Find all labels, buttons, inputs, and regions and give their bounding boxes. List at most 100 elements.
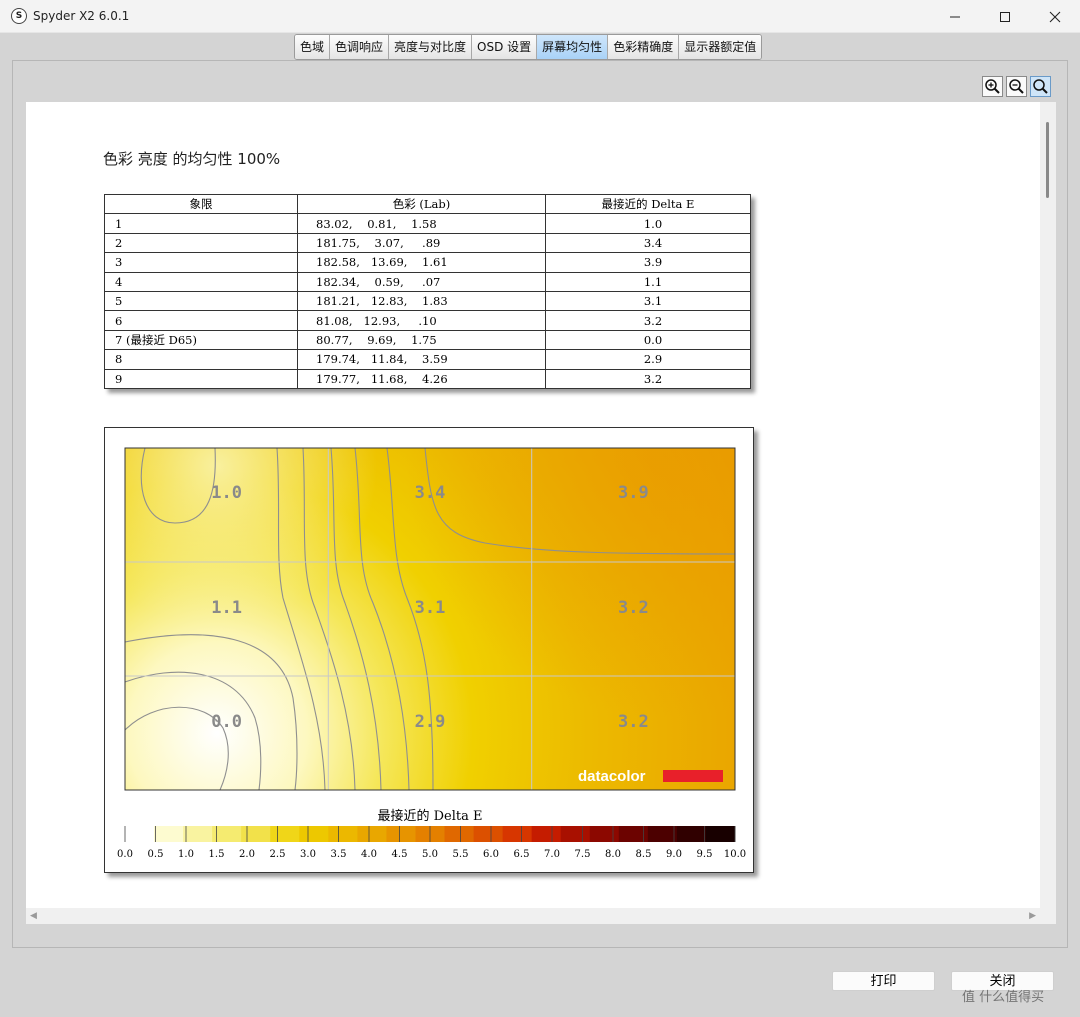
scale-swatch: [473, 826, 504, 842]
cell-label: 3.4: [415, 483, 446, 503]
cell-quadrant: 3: [104, 252, 298, 273]
cell-label: 3.2: [618, 598, 649, 618]
table-row: 9 179.77, 11.68, 4.26 3.2: [104, 368, 751, 389]
scale-swatch: [328, 826, 358, 842]
cell-delta-e: 2.9: [545, 349, 751, 370]
cell-lab: 182.34, 0.59, .07: [297, 271, 546, 292]
page-title: 色彩 亮度 的均匀性 100%: [103, 150, 281, 168]
scale-swatch: [299, 826, 329, 842]
scale-swatch: [647, 826, 678, 842]
column-header-delta-e: 最接近的 Delta E: [545, 193, 751, 215]
scale-tick-label: 6.0: [483, 849, 499, 860]
uniformity-table: 象限 色彩 (Lab) 最接近的 Delta E 1 83.02, 0.81, 1…: [104, 193, 751, 389]
zoom-out-icon: [1009, 79, 1024, 94]
brand-bar: [663, 770, 723, 782]
tab-strip: 色域 色调响应 亮度与对比度 OSD 设置 屏幕均匀性 色彩精确度 显示器额定值: [294, 34, 763, 60]
scale-tick-label: 9.5: [697, 849, 713, 860]
scale-swatch: [560, 826, 591, 842]
tab-5[interactable]: 色彩精确度: [608, 35, 680, 59]
table-row: 3 182.58, 13.69, 1.61 3.9: [104, 252, 751, 273]
scale-swatch: [241, 826, 271, 842]
cell-quadrant: 9: [104, 368, 298, 389]
tab-3[interactable]: OSD 设置: [472, 35, 538, 59]
tab-6[interactable]: 显示器额定值: [679, 35, 762, 59]
table-row: 1 83.02, 0.81, 1.58 1.0: [104, 213, 751, 234]
cell-delta-e: 3.2: [545, 310, 751, 331]
tab-1[interactable]: 色调响应: [330, 35, 390, 59]
window-controls: [930, 0, 1080, 33]
maximize-icon: [1000, 11, 1010, 22]
zoom-in-button[interactable]: [982, 76, 1003, 97]
scale-swatch: [125, 826, 155, 842]
cell-label: 1.1: [211, 598, 242, 618]
cell-lab: 181.21, 12.83, 1.83: [297, 290, 546, 312]
vertical-scrollbar[interactable]: [1040, 102, 1056, 908]
cell-lab: 83.02, 0.81, 1.58: [297, 213, 546, 234]
cell-quadrant: 4: [104, 271, 298, 292]
close-window-button[interactable]: [1030, 0, 1080, 33]
scale-tick-label: 9.0: [666, 849, 682, 860]
watermark: 值 什么值得买: [962, 990, 1045, 1005]
print-button[interactable]: 打印: [832, 971, 935, 991]
cell-lab: 179.74, 11.84, 3.59: [297, 349, 546, 370]
table-row: 5 181.21, 12.83, 1.83 3.1: [104, 290, 751, 312]
cell-quadrant: 6: [104, 310, 298, 331]
zoom-fit-button[interactable]: [1030, 76, 1051, 97]
cell-delta-e: 1.1: [545, 271, 751, 292]
table-row: 8 179.74, 11.84, 3.59 2.9: [104, 349, 751, 370]
table-row: 7 (最接近 D65) 80.77, 9.69, 1.75 0.0: [104, 329, 751, 351]
tab-2[interactable]: 亮度与对比度: [389, 35, 473, 59]
scale-tick-label: 8.0: [605, 849, 621, 860]
table-row: 2 181.75, 3.07, .89 3.4: [104, 232, 751, 254]
tab-0[interactable]: 色域: [295, 35, 331, 59]
cell-label: 0.0: [211, 712, 242, 732]
scale-tick-label: 5.5: [453, 849, 469, 860]
scale-swatch: [589, 826, 620, 842]
scale-swatch: [676, 826, 707, 842]
app-icon: S: [11, 8, 27, 24]
table-row: 6 81.08, 12.93, .10 3.2: [104, 310, 751, 331]
brand-logo: datacolor: [578, 768, 646, 785]
scale-swatch: [705, 826, 736, 842]
scale-tick-label: 2.0: [239, 849, 255, 860]
title-bar: S Spyder X2 6.0.1: [0, 0, 1080, 33]
heatmap-plot-area: 1.0 3.4 3.9 1.1 3.1 3.2 0.0 2.9 3.2: [125, 448, 735, 790]
scale-tick-label: 1.0: [178, 849, 194, 860]
uniformity-heatmap: 1.0 3.4 3.9 1.1 3.1 3.2 0.0 2.9 3.2 datacolor 最接…: [117, 447, 746, 860]
scrollbar-corner: [1040, 908, 1056, 924]
cell-label: 2.9: [415, 712, 446, 732]
scroll-left-icon[interactable]: ◀: [30, 911, 37, 921]
scale-swatch: [386, 826, 416, 842]
vertical-scroll-thumb[interactable]: [1046, 122, 1049, 198]
scale-tick-label: 7.0: [544, 849, 560, 860]
cell-quadrant: 2: [104, 232, 298, 254]
scale-swatch: [444, 826, 474, 842]
column-header-quadrant: 象限: [104, 193, 298, 215]
maximize-button[interactable]: [980, 0, 1030, 33]
cell-delta-e: 3.4: [545, 232, 751, 254]
minimize-button[interactable]: [930, 0, 980, 33]
scale-tick-label: 0.0: [117, 849, 133, 860]
scale-tick-label: 1.5: [209, 849, 225, 860]
scale-swatch: [183, 826, 213, 842]
scale-tick-label: 3.5: [331, 849, 347, 860]
cell-lab: 81.08, 12.93, .10: [297, 310, 546, 331]
scroll-right-icon[interactable]: ▶: [1029, 911, 1036, 921]
cell-lab: 182.58, 13.69, 1.61: [297, 252, 546, 273]
table-row: 4 182.34, 0.59, .07 1.1: [104, 271, 751, 292]
scale-tick-label: 4.5: [392, 849, 408, 860]
scale-tick-label: 7.5: [575, 849, 591, 860]
cell-quadrant: 1: [104, 213, 298, 234]
scale-tick-label: 4.0: [361, 849, 377, 860]
cell-delta-e: 3.9: [545, 252, 751, 273]
column-header-lab: 色彩 (Lab): [297, 193, 546, 215]
cell-delta-e: 0.0: [545, 329, 751, 351]
cell-quadrant: 8: [104, 349, 298, 370]
scale-tick-label: 5.0: [422, 849, 438, 860]
zoom-out-button[interactable]: [1006, 76, 1027, 97]
tab-4[interactable]: 屏幕均匀性: [537, 35, 609, 59]
uniformity-heatmap-card: 1.0 3.4 3.9 1.1 3.1 3.2 0.0 2.9 3.2 datacolor 最接…: [104, 427, 754, 873]
horizontal-scrollbar[interactable]: ◀ ▶: [26, 908, 1040, 924]
cell-delta-e: 3.1: [545, 290, 751, 312]
cell-label: 3.1: [415, 598, 446, 618]
